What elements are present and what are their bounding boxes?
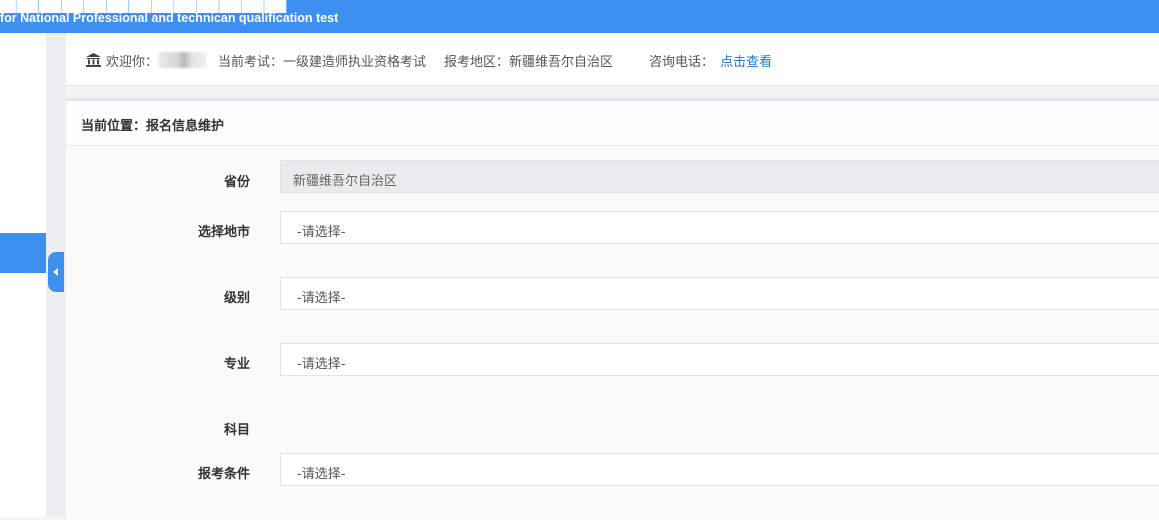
top-header: ▆▆▆▆▆▆▆▆▆▆▆▆▆ for National Professional … <box>0 0 1159 33</box>
sidebar-collapse-button[interactable] <box>48 252 64 292</box>
chevron-left-icon <box>53 268 58 276</box>
city-select[interactable]: -请选择- <box>280 211 1159 244</box>
major-label: 专业 <box>223 357 250 372</box>
view-phone-link[interactable]: 点击查看 <box>720 51 772 70</box>
username-blurred <box>158 52 207 68</box>
main-panel: 当前位置：报名信息维护 省份 新疆维吾尔自治区 选择地市 -请选择- 级别 -请… <box>66 98 1159 520</box>
info-bar: 欢迎你： 当前考试：一级建造师执业资格考试 报考地区：新疆维吾尔自治区 咨询电话… <box>66 33 1159 86</box>
subject-label: 科目 <box>223 423 250 438</box>
header-subtitle: for National Professional and technican … <box>0 11 339 25</box>
condition-label: 报考条件 <box>197 467 250 482</box>
level-label: 级别 <box>223 291 250 306</box>
exam-region: 报考地区：新疆维吾尔自治区 <box>444 54 614 70</box>
city-label: 选择地市 <box>197 225 250 240</box>
bank-icon <box>86 53 101 67</box>
condition-select[interactable]: -请选择- <box>280 453 1159 486</box>
level-select-value: -请选择- <box>297 291 346 306</box>
sidebar-active-item[interactable] <box>0 233 46 273</box>
major-select-value: -请选择- <box>297 357 346 372</box>
breadcrumb-text: 当前位置：报名信息维护 <box>81 119 225 134</box>
province-field: 新疆维吾尔自治区 <box>280 160 1159 193</box>
city-select-value: -请选择- <box>297 225 346 240</box>
left-sidebar <box>0 33 46 517</box>
province-label: 省份 <box>223 175 250 190</box>
welcome-label: 欢迎你： <box>106 54 159 70</box>
major-select[interactable]: -请选择- <box>280 343 1159 376</box>
current-exam: 当前考试：一级建造师执业资格考试 <box>218 54 427 70</box>
condition-select-value: -请选择- <box>297 467 346 482</box>
province-value: 新疆维吾尔自治区 <box>293 174 398 189</box>
breadcrumb: 当前位置：报名信息维护 <box>66 101 1159 146</box>
info-row: 欢迎你： 当前考试：一级建造师执业资格考试 报考地区：新疆维吾尔自治区 咨询电话… <box>86 51 772 70</box>
level-select[interactable]: -请选择- <box>280 277 1159 310</box>
consult-phone-label: 咨询电话： <box>649 54 715 70</box>
